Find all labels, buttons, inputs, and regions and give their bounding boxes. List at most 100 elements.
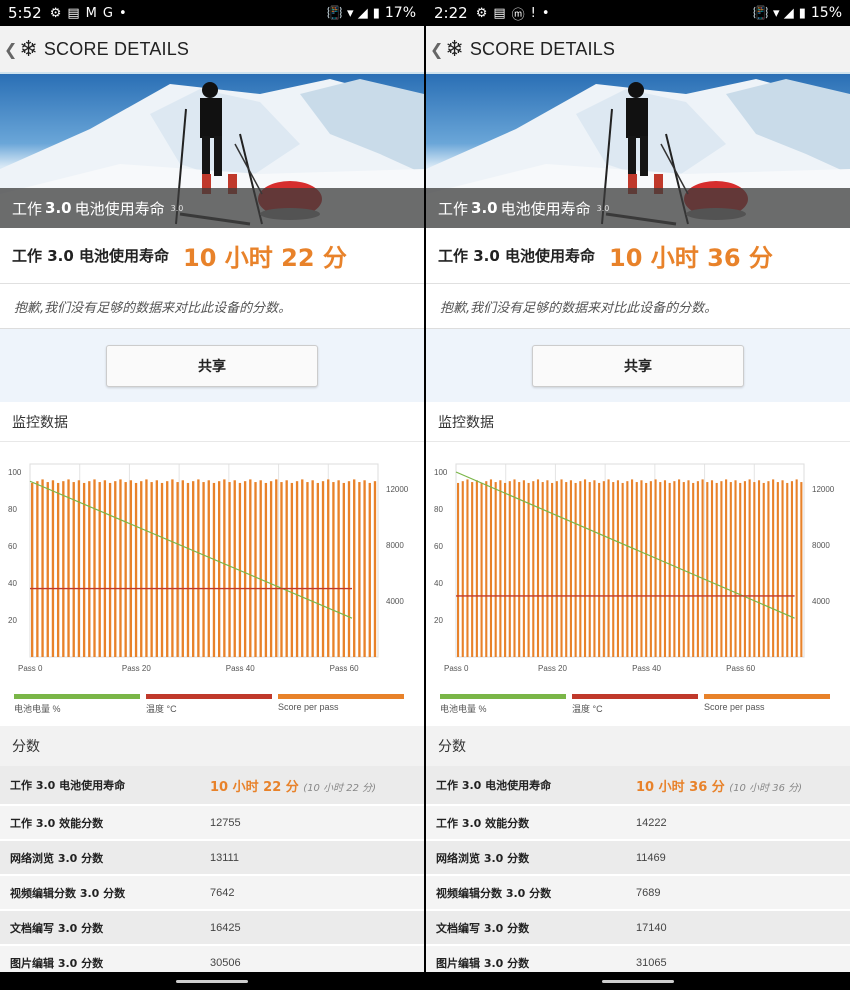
hero-banner: 工作 3.0 电池使用寿命 3.0 (426, 74, 850, 228)
app-title: SCORE DETAILS (469, 38, 616, 59)
monitor-heading: 监控数据 (426, 402, 850, 442)
hero-caption-small-version: 3.0 (170, 203, 184, 213)
score-bar (767, 481, 770, 657)
score-bar (757, 480, 761, 657)
score-bar (551, 482, 554, 657)
score-bar (212, 482, 216, 657)
score-bar (621, 482, 624, 657)
share-button[interactable]: 共享 (532, 344, 744, 387)
score-bar (631, 479, 634, 657)
score-row-value-text: 7642 (210, 886, 235, 899)
x-tick-label: Pass 0 (444, 664, 469, 673)
score-bar (762, 482, 765, 657)
notification-icon: ⓜ (511, 7, 525, 23)
home-gesture-pill[interactable] (602, 979, 674, 983)
x-tick-label: Pass 60 (330, 664, 359, 673)
home-gesture-pill[interactable] (176, 979, 248, 983)
score-bar (645, 482, 648, 657)
score-bar (56, 482, 60, 657)
notification-icon: ! (530, 5, 536, 21)
score-bar (508, 481, 511, 657)
hero-caption-text-2: 电池使用寿命 (74, 199, 165, 218)
table-row: 视频编辑分数 3.0 分数 7642 (0, 876, 424, 911)
score-bar (264, 482, 268, 657)
score-row-label: 图片编辑 3.0 分数 (436, 956, 530, 970)
hero-banner: 工作 3.0 电池使用寿命 3.0 (0, 74, 424, 228)
score-bar (480, 482, 483, 657)
chart-legend: 电池电量 % 温度 °C Score per pass (426, 692, 850, 726)
score-bar (659, 482, 662, 657)
legend-swatch (146, 694, 272, 699)
score-bar (748, 479, 751, 657)
score-bar (692, 482, 695, 657)
score-bar (77, 480, 81, 657)
y-left-tick-label: 20 (8, 616, 17, 625)
battery-percent: 17% (384, 5, 416, 21)
score-summary: 工作 3.0 电池使用寿命 10 小时 22 分 (0, 228, 424, 284)
snowflake-logo-icon[interactable]: ❄ (19, 37, 37, 62)
y-right-tick-label: 8000 (386, 541, 404, 550)
score-row-value-text: 30506 (210, 956, 241, 969)
chart-svg: 100 80 60 40 20 12000 8000 4000 Pass 0 Pass 20 Pas… (8, 463, 409, 673)
score-bar (181, 480, 184, 657)
score-bar (62, 481, 65, 657)
score-bar (51, 480, 55, 657)
score-row-value: 17140 (636, 922, 667, 934)
score-bar (607, 479, 610, 657)
back-chevron-icon[interactable]: ❮ (430, 40, 443, 59)
comparison-note: 抱歉,我们没有足够的数据来对比此设备的分数。 (0, 284, 424, 328)
score-bar (715, 482, 718, 657)
score-bar (687, 480, 690, 657)
x-tick-label: Pass 40 (226, 664, 255, 673)
score-bar (129, 480, 133, 657)
score-row-value: 11469 (636, 852, 666, 864)
score-bar (155, 480, 158, 657)
navigation-bar (0, 972, 424, 990)
score-bar (280, 482, 283, 657)
score-bar (654, 479, 657, 657)
score-bar (475, 480, 478, 657)
score-bar (668, 482, 671, 657)
score-bar (616, 480, 620, 657)
table-row: 工作 3.0 电池使用寿命 10 小时 22 分 (10 小时 22 分) (0, 766, 424, 806)
score-bar (306, 482, 309, 657)
share-area: 共享 (0, 328, 424, 402)
score-bar (790, 481, 794, 657)
vibrate-wifi-signal-icon: 📳 ▾ ◢ (752, 5, 794, 21)
score-bar (207, 480, 210, 657)
x-tick-label: Pass 40 (632, 664, 661, 673)
table-row: 工作 3.0 效能分数 12755 (0, 806, 424, 841)
y-left-tick-label: 60 (8, 542, 17, 551)
score-bar (513, 479, 516, 657)
score-bar (565, 482, 568, 657)
score-row-label: 工作 3.0 效能分数 (10, 816, 104, 830)
score-bar (504, 482, 507, 657)
score-bar (311, 480, 314, 657)
score-row-value-text: 11469 (636, 851, 666, 864)
status-bar: 5:52 ⚙ ▤ M G • 📳 ▾ ◢ ▮ 17% (0, 0, 424, 26)
score-row-value-text: 10 小时 22 分 (210, 779, 299, 795)
status-bar: 2:22 ⚙ ▤ ⓜ! • 📳 ▾ ◢ ▮ 15% (426, 0, 850, 26)
y-left-tick-label: 80 (434, 505, 443, 514)
share-button[interactable]: 共享 (106, 344, 318, 387)
table-row: 网络浏览 3.0 分数 13111 (0, 841, 424, 876)
x-tick-label: Pass 0 (18, 664, 43, 673)
table-row: 文档编写 3.0 分数 16425 (0, 911, 424, 946)
score-bar (290, 482, 294, 657)
score-bar (734, 480, 737, 657)
score-bar (217, 481, 221, 657)
score-bar (176, 482, 179, 657)
score-bar (729, 482, 732, 657)
score-bar (150, 482, 153, 657)
notification-icon: • (541, 5, 550, 21)
legend-swatch (278, 694, 404, 699)
snowflake-logo-icon[interactable]: ❄ (445, 37, 463, 62)
hero-caption-version: 3.0 (471, 199, 498, 217)
score-bar (593, 480, 596, 657)
score-row-label: 网络浏览 3.0 分数 (436, 851, 530, 865)
navigation-bar (426, 972, 850, 990)
score-bar (795, 479, 798, 657)
score-bar (93, 479, 96, 657)
score-bar (363, 480, 366, 657)
back-chevron-icon[interactable]: ❮ (4, 40, 17, 59)
